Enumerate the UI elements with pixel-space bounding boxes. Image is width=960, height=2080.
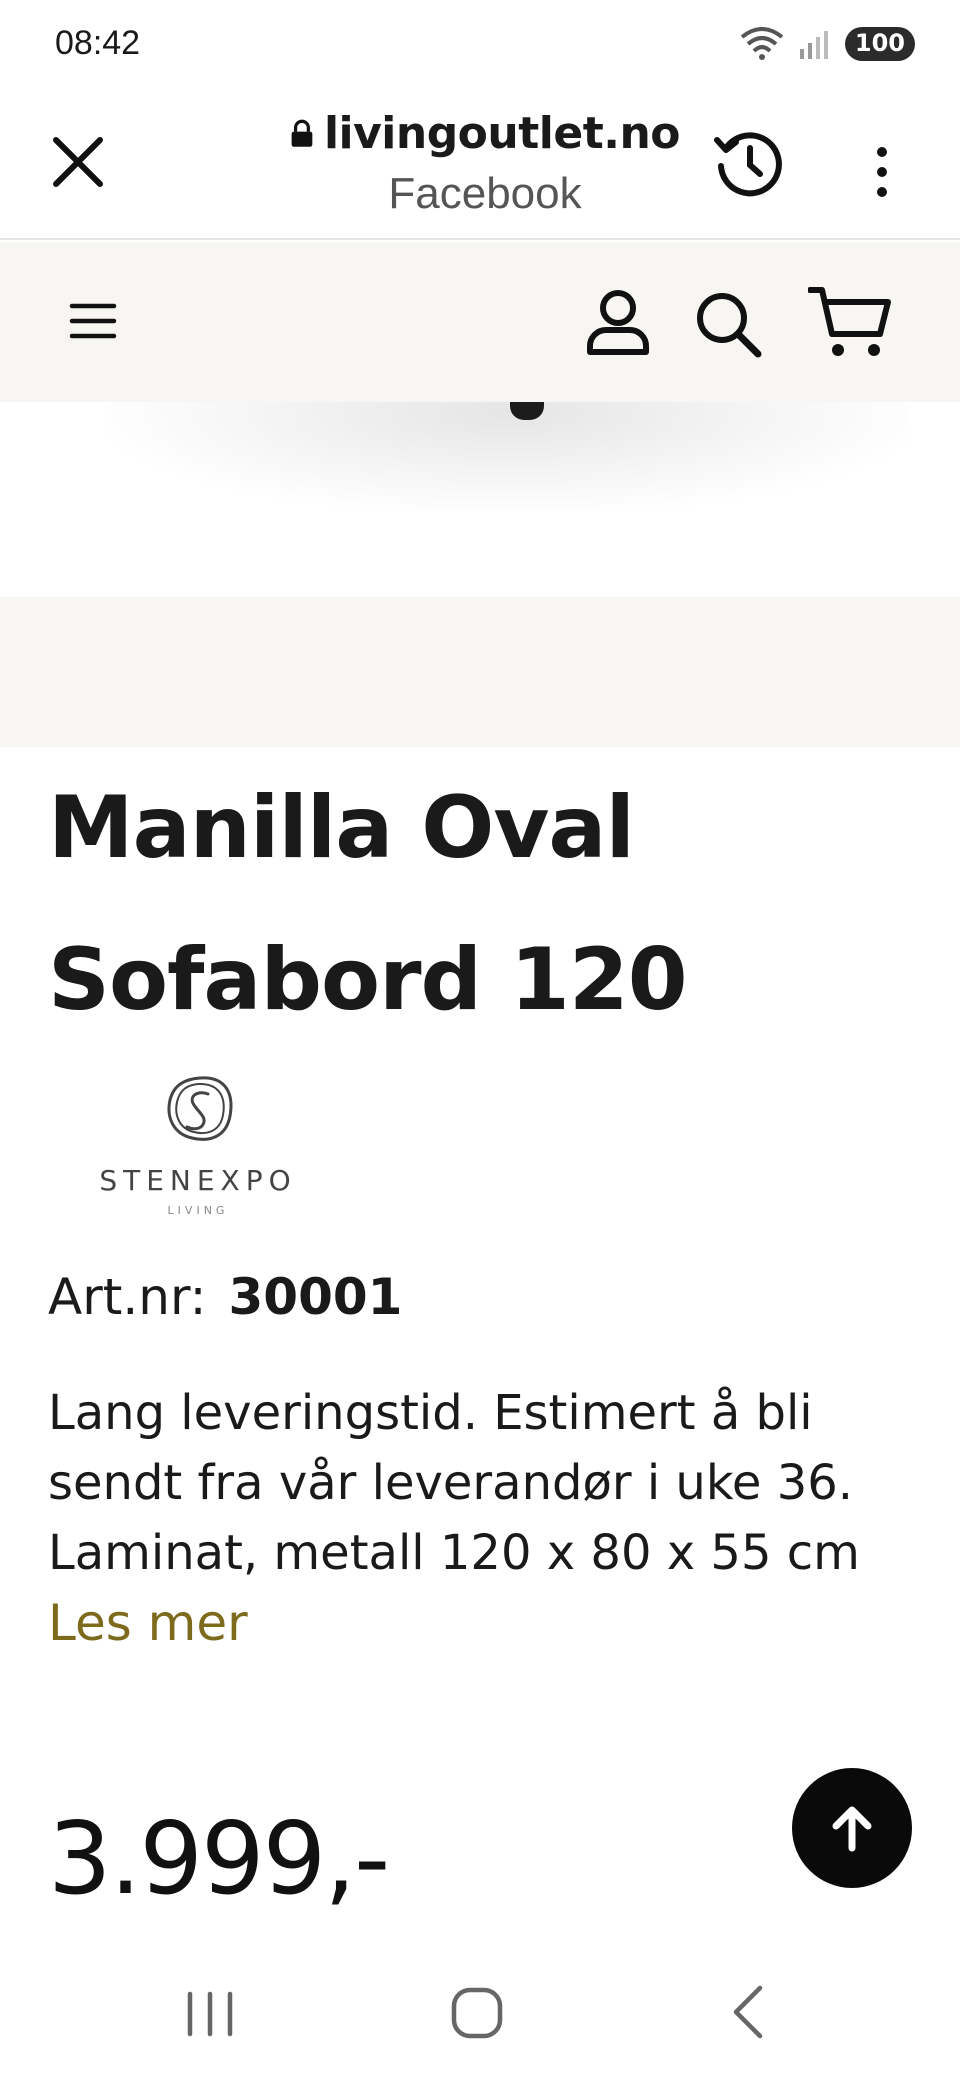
brand-tagline: LIVING: [168, 1204, 229, 1217]
article-number-value: 30001: [228, 1268, 403, 1326]
browser-toolbar: livingoutlet.no Facebook: [0, 90, 960, 240]
status-bar: 08:42 100: [0, 0, 960, 90]
lock-icon: [291, 119, 313, 147]
product-title-line2: Sofabord 120: [48, 930, 688, 1030]
arrow-up-icon: [832, 1806, 872, 1852]
product-title: Manilla Oval Sofabord 120: [48, 752, 908, 1056]
url-line: livingoutlet.no: [290, 108, 681, 159]
wifi-icon: [740, 27, 784, 60]
brand-logo-mark: [167, 1076, 233, 1141]
status-time: 08:42: [55, 24, 141, 62]
product-title-line1: Manilla Oval: [48, 778, 635, 878]
read-more-link[interactable]: Les mer: [48, 1588, 248, 1658]
brand-logo[interactable]: STENEXPO LIVING: [88, 1072, 308, 1222]
scroll-to-top-button[interactable]: [792, 1768, 912, 1888]
product-image-shadow: [110, 402, 910, 512]
more-vert-icon[interactable]: [860, 140, 904, 204]
brand-name: STENEXPO: [99, 1164, 296, 1197]
back-icon[interactable]: [720, 1982, 780, 2042]
url-area[interactable]: livingoutlet.no Facebook: [290, 108, 681, 219]
close-icon[interactable]: [48, 132, 108, 192]
product-image: [0, 402, 960, 597]
cart-icon[interactable]: [808, 284, 892, 360]
image-gallery-band: [0, 597, 960, 747]
article-number-label: Art.nr:: [48, 1268, 207, 1326]
recent-apps-icon[interactable]: [180, 1984, 240, 2044]
battery-icon: 100: [844, 27, 915, 61]
hamburger-menu-icon[interactable]: [68, 298, 118, 344]
site-header: [0, 242, 960, 402]
history-icon[interactable]: [712, 126, 786, 200]
product-price: 3.999,-: [48, 1800, 390, 1917]
status-icons: 100: [739, 24, 915, 64]
url-domain: livingoutlet.no: [323, 108, 681, 159]
article-number: Art.nr: 30001: [48, 1268, 402, 1326]
signal-icon: [799, 31, 828, 59]
system-nav-bar: [0, 1944, 960, 2080]
account-icon[interactable]: [582, 286, 654, 358]
home-icon[interactable]: [448, 1982, 508, 2042]
url-subtitle: Facebook: [388, 169, 582, 218]
search-icon[interactable]: [692, 288, 764, 360]
product-description: Lang leveringstid. Estimert å bli sendt …: [48, 1385, 860, 1581]
